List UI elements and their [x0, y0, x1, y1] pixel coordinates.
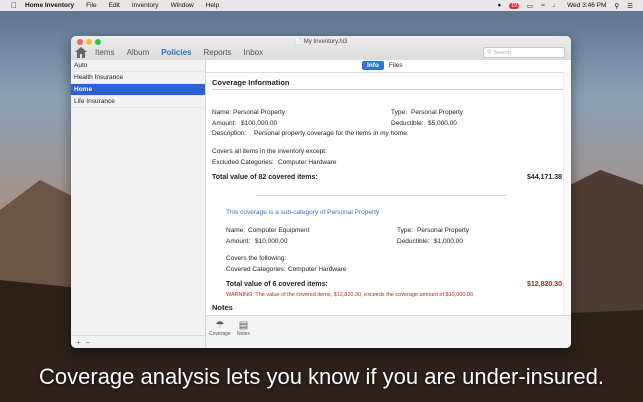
document-title: 📄 My Inventory.hi3 — [71, 38, 571, 45]
notes-section-title: Notes — [212, 303, 233, 312]
tab-album[interactable]: Album — [127, 48, 150, 57]
sub-name-label: Name: — [226, 227, 246, 234]
subcategory-note: This coverage is a sub-category of Perso… — [226, 209, 380, 216]
type-label: Type: — [391, 109, 407, 116]
sidebar-item-health-insurance[interactable]: Health Insurance — [71, 72, 205, 84]
sub-deductible-label: Deductible: — [397, 238, 430, 245]
coverage-button[interactable]: ☂ Coverage — [209, 320, 231, 337]
menu-file[interactable]: File — [86, 2, 96, 9]
coverage-button-label: Coverage — [209, 331, 231, 337]
status-icon[interactable]: ● — [497, 2, 501, 9]
document-title-text: My Inventory.hi3 — [303, 39, 348, 45]
notes-icon: ▤ — [238, 320, 249, 331]
segment-files[interactable]: Files — [384, 61, 408, 70]
menu-app-name[interactable]: Home Inventory — [25, 2, 74, 9]
apple-icon[interactable]:  — [11, 1, 19, 10]
remove-button[interactable]: − — [86, 338, 91, 347]
amount-value: $100,000.00 — [241, 120, 278, 127]
info-files-segmented-control: Info Files — [362, 61, 408, 70]
sidebar-item-auto[interactable]: Auto — [71, 60, 205, 72]
covered-value: Computer Hardware — [288, 266, 347, 273]
add-button[interactable]: + — [76, 338, 81, 347]
volume-icon[interactable]: ♩ — [553, 2, 560, 9]
airplay-icon[interactable]: ▭ — [527, 2, 533, 10]
menu-window[interactable]: Window — [171, 2, 194, 9]
tab-inbox[interactable]: Inbox — [244, 48, 264, 57]
name-value: Personal Property — [233, 109, 286, 116]
sub-divider — [256, 195, 506, 196]
search-icon[interactable]: ⚲ — [614, 2, 619, 10]
search-icon: ⚲ — [487, 50, 492, 56]
marketing-caption: Coverage analysis lets you know if you a… — [39, 364, 604, 389]
deductible-value: $5,000.00 — [428, 120, 457, 127]
type-value: Personal Property — [411, 109, 464, 116]
sub-covers-text: Covers the following: — [226, 255, 287, 262]
excluded-value: Computer Hardware — [278, 159, 337, 166]
clock[interactable]: Wed 3:46 PM — [567, 2, 606, 9]
notes-button-label: Notes — [237, 331, 251, 337]
tab-policies[interactable]: Policies — [161, 48, 191, 57]
sub-total-label: Total value of 6 covered items: — [226, 281, 328, 288]
menu-bar:  Home Inventory File Edit Inventory Win… — [0, 0, 643, 11]
tab-items[interactable]: Items — [95, 48, 115, 57]
notes-button[interactable]: ▤ Notes — [237, 320, 250, 337]
sub-type-value: Personal Property — [417, 227, 470, 234]
sub-name-value: Computer Equipment — [248, 227, 310, 234]
policy-detail: Info Files Coverage Information Name: Pe… — [206, 60, 571, 348]
sub-type-label: Type: — [397, 227, 413, 234]
total-value: $44,171.38 — [526, 174, 562, 181]
bottom-toolbar: ☂ Coverage ▤ Notes — [206, 315, 571, 348]
menu-inventory[interactable]: Inventory — [132, 2, 159, 9]
coverage-section-title: Coverage Information — [212, 78, 290, 87]
search-placeholder: Search — [493, 49, 511, 56]
menu-list-icon[interactable]: ☰ — [627, 2, 633, 10]
scrollbar[interactable] — [563, 72, 571, 314]
policy-sidebar: Auto Health Insurance Home Life Insuranc… — [71, 60, 206, 348]
menu-help[interactable]: Help — [206, 2, 219, 9]
notification-badge[interactable]: 19 — [509, 2, 519, 9]
name-label: Name: — [212, 109, 232, 116]
document-icon: 📄 — [294, 39, 303, 45]
sub-total-value: $12,820.30 — [526, 281, 562, 288]
segment-info[interactable]: Info — [362, 61, 384, 70]
description-label: Description: — [212, 130, 247, 137]
coverage-warning: WARNING: The value of the covered items,… — [226, 292, 475, 298]
wifi-icon[interactable]: ≈ — [541, 2, 545, 9]
total-label: Total value of 82 covered items: — [212, 174, 318, 181]
covered-label: Covered Categories: — [226, 266, 286, 273]
excluded-label: Excluded Categories: — [212, 159, 274, 166]
status-area: ● 19 ▭ ≈ ♩ Wed 3:46 PM ⚲ ☰ — [497, 2, 633, 10]
app-window: 📄 My Inventory.hi3 Items Album Policies … — [71, 36, 571, 348]
info-panel: Coverage Information Name: Personal Prop… — [206, 72, 564, 315]
menu-edit[interactable]: Edit — [109, 2, 120, 9]
title-bar: 📄 My Inventory.hi3 Items Album Policies … — [71, 36, 571, 61]
sidebar-item-life-insurance[interactable]: Life Insurance — [71, 96, 205, 108]
deductible-label: Deductible: — [391, 120, 424, 127]
sidebar-item-home[interactable]: Home — [71, 84, 205, 96]
search-field[interactable]: ⚲ Search — [483, 47, 565, 58]
sub-deductible-value: $1,000.00 — [434, 238, 463, 245]
sub-amount-label: Amount: — [226, 238, 251, 245]
amount-label: Amount: — [212, 120, 237, 127]
description-value: Personal property coverage for the items… — [254, 130, 409, 137]
covers-text: Covers all items in the inventory except… — [212, 148, 327, 155]
tab-reports[interactable]: Reports — [204, 48, 232, 57]
home-icon[interactable] — [75, 47, 87, 58]
umbrella-icon: ☂ — [215, 320, 225, 331]
sidebar-footer: + − — [71, 335, 205, 348]
section-rule — [212, 89, 564, 90]
main-tabs: Items Album Policies Reports Inbox — [75, 47, 275, 58]
sub-amount-value: $10,000.00 — [255, 238, 288, 245]
